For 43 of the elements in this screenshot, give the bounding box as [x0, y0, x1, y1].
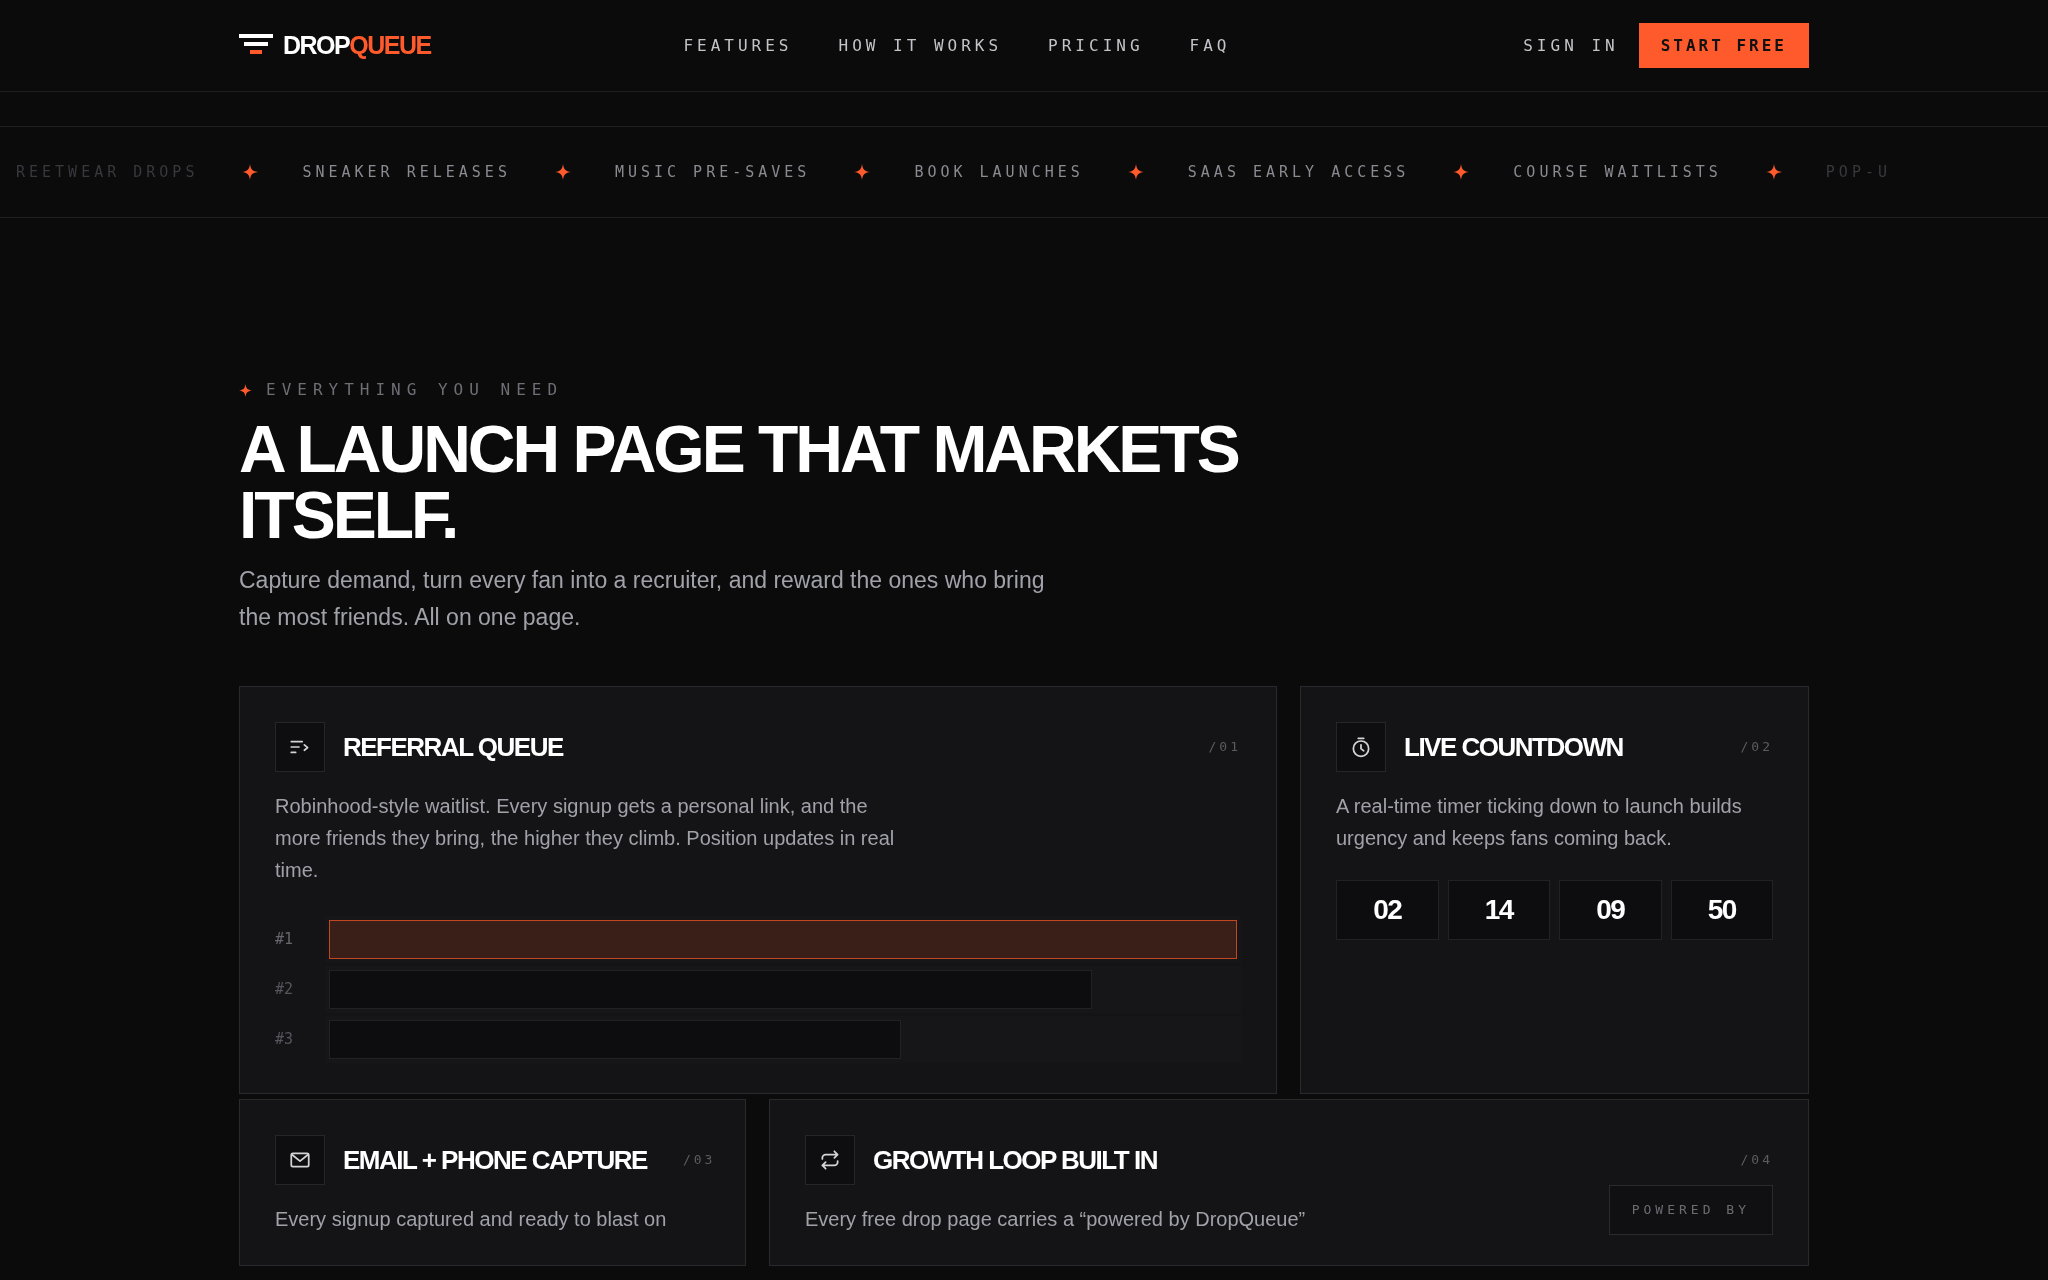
marquee-item: SAAS EARLY ACCESS — [1187, 161, 1410, 183]
marquee-item: MUSIC PRE-SAVES — [614, 161, 811, 183]
countdown-digit: 02 — [1336, 880, 1439, 940]
sparkle-icon — [1127, 164, 1144, 180]
eyebrow-text: EVERYTHING YOU NEED — [266, 379, 564, 401]
rank-label: #1 — [275, 929, 295, 951]
feature-title: REFERRAL QUEUE — [343, 734, 563, 760]
feature-number: /04 — [1740, 1151, 1773, 1170]
nav-link[interactable]: FAQ — [1189, 33, 1231, 58]
marquee-item: SNEAKER RELEASES — [302, 161, 511, 183]
sparkle-icon — [554, 164, 571, 180]
feature-title: GROWTH LOOP BUILT IN — [873, 1147, 1157, 1173]
sparkle-icon — [242, 164, 259, 180]
sparkle-icon — [239, 383, 252, 397]
feature-number: /02 — [1740, 738, 1773, 757]
feature-number: /01 — [1208, 738, 1241, 757]
rank-label: #2 — [275, 979, 295, 1001]
nav-link[interactable]: HOW IT WORKS — [838, 33, 1003, 58]
sparkle-icon — [1765, 164, 1782, 180]
rank-label: #3 — [275, 1029, 295, 1051]
feature-number: /03 — [682, 1151, 716, 1170]
sparkle-icon — [854, 164, 871, 180]
feature-description: Every free drop page carries a “powered by DropQueue” — [805, 1207, 1306, 1232]
feature-description: Robinhood-style waitlist. Every signup gets a personal link, and the more friends they bring, the higher they climb. Position updates in real time. — [275, 794, 896, 883]
feature-description: Every signup captured and ready to blast on — [275, 1207, 667, 1232]
feature-title: EMAIL + PHONE CAPTURE — [343, 1147, 647, 1173]
sparkle-icon — [1453, 164, 1470, 180]
nav-link[interactable]: PRICING — [1048, 33, 1144, 58]
start-free-button[interactable]: START FREE — [1638, 23, 1809, 68]
marquee-item: BOOK LAUNCHES — [914, 161, 1084, 183]
nav-link[interactable]: FEATURES — [683, 33, 793, 58]
powered-by-badge: POWERED BY — [1608, 1185, 1773, 1235]
sign-in-link[interactable]: SIGN IN — [1523, 33, 1619, 58]
countdown-digit: 50 — [1670, 880, 1773, 940]
feature-description: A real-time timer ticking down to launch builds urgency and keeps fans coming back. — [1336, 794, 1743, 851]
repeat-icon — [818, 1148, 842, 1172]
countdown-digit: 09 — [1559, 880, 1662, 940]
hero-subtitle: Capture demand, turn every fan into a recruiter, and reward the ones who bring the most friends. All on one page. — [239, 566, 1046, 632]
marquee-item: COURSE WAITLISTS — [1513, 161, 1722, 183]
hero-headline: A LAUNCH PAGE THAT MARKETS ITSELF. — [239, 416, 1239, 548]
countdown-digit: 14 — [1447, 880, 1550, 940]
logo-wordmark: DROPQUEUE — [283, 29, 431, 61]
feature-title: LIVE COUNTDOWN — [1404, 734, 1623, 760]
